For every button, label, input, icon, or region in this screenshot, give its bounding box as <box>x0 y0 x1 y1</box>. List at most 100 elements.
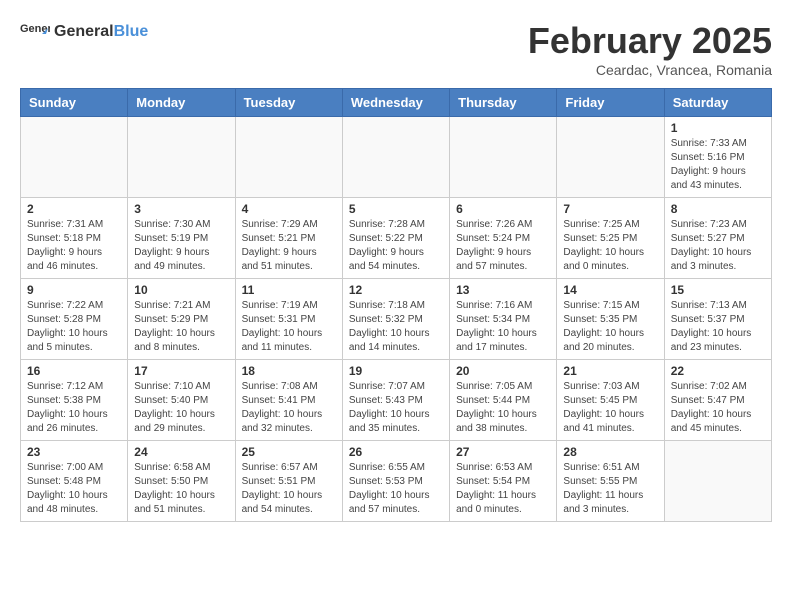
day-number: 12 <box>349 283 443 297</box>
day-number: 27 <box>456 445 550 459</box>
day-number: 14 <box>563 283 657 297</box>
calendar-cell: 10 Sunrise: 7:21 AM Sunset: 5:29 PM Dayli… <box>128 279 235 360</box>
day-info: Sunrise: 7:28 AM Sunset: 5:22 PM Dayligh… <box>349 218 443 274</box>
calendar-cell: 18 Sunrise: 7:08 AM Sunset: 5:41 PM Dayli… <box>235 360 342 441</box>
day-info: Sunrise: 7:00 AM Sunset: 5:48 PM Dayligh… <box>27 461 121 517</box>
calendar-cell <box>342 117 449 198</box>
month-title: February 2025 <box>528 20 772 62</box>
day-number: 6 <box>456 202 550 216</box>
day-number: 24 <box>134 445 228 459</box>
calendar-cell: 14 Sunrise: 7:15 AM Sunset: 5:35 PM Dayli… <box>557 279 664 360</box>
weekday-header-saturday: Saturday <box>664 89 771 117</box>
day-info: Sunrise: 7:07 AM Sunset: 5:43 PM Dayligh… <box>349 380 443 436</box>
day-info: Sunrise: 7:23 AM Sunset: 5:27 PM Dayligh… <box>671 218 765 274</box>
calendar-cell: 19 Sunrise: 7:07 AM Sunset: 5:43 PM Dayli… <box>342 360 449 441</box>
calendar-cell <box>557 117 664 198</box>
weekday-header-tuesday: Tuesday <box>235 89 342 117</box>
calendar-cell: 21 Sunrise: 7:03 AM Sunset: 5:45 PM Dayli… <box>557 360 664 441</box>
day-number: 16 <box>27 364 121 378</box>
day-info: Sunrise: 7:31 AM Sunset: 5:18 PM Dayligh… <box>27 218 121 274</box>
calendar-week-row-4: 16Sunrise: 7:12 AM Sunset: 5:38 PM Dayli… <box>21 360 772 441</box>
day-number: 11 <box>242 283 336 297</box>
calendar-cell: 23 Sunrise: 7:00 AM Sunset: 5:48 PM Dayli… <box>21 441 128 522</box>
day-info: Sunrise: 7:18 AM Sunset: 5:32 PM Dayligh… <box>349 299 443 355</box>
calendar-cell: 16Sunrise: 7:12 AM Sunset: 5:38 PM Dayli… <box>21 360 128 441</box>
calendar-cell: 2 Sunrise: 7:31 AM Sunset: 5:18 PM Daylig… <box>21 198 128 279</box>
logo: General GeneralBlue <box>20 20 148 44</box>
calendar-cell: 11 Sunrise: 7:19 AM Sunset: 5:31 PM Dayli… <box>235 279 342 360</box>
day-info: Sunrise: 7:10 AM Sunset: 5:40 PM Dayligh… <box>134 380 228 436</box>
day-info: Sunrise: 7:03 AM Sunset: 5:45 PM Dayligh… <box>563 380 657 436</box>
calendar-cell: 24 Sunrise: 6:58 AM Sunset: 5:50 PM Dayli… <box>128 441 235 522</box>
day-info: Sunrise: 7:25 AM Sunset: 5:25 PM Dayligh… <box>563 218 657 274</box>
weekday-header-thursday: Thursday <box>450 89 557 117</box>
day-number: 3 <box>134 202 228 216</box>
weekday-header-monday: Monday <box>128 89 235 117</box>
calendar-cell: 25 Sunrise: 6:57 AM Sunset: 5:51 PM Dayli… <box>235 441 342 522</box>
page-header: General GeneralBlue February 2025 Cearda… <box>20 20 772 78</box>
day-info: Sunrise: 7:05 AM Sunset: 5:44 PM Dayligh… <box>456 380 550 436</box>
calendar-cell: 9Sunrise: 7:22 AM Sunset: 5:28 PM Daylig… <box>21 279 128 360</box>
day-number: 8 <box>671 202 765 216</box>
calendar-cell <box>664 441 771 522</box>
logo-general: General <box>54 23 114 41</box>
day-info: Sunrise: 7:33 AM Sunset: 5:16 PM Dayligh… <box>671 137 765 193</box>
day-info: Sunrise: 7:19 AM Sunset: 5:31 PM Dayligh… <box>242 299 336 355</box>
day-number: 23 <box>27 445 121 459</box>
day-info: Sunrise: 6:55 AM Sunset: 5:53 PM Dayligh… <box>349 461 443 517</box>
day-number: 4 <box>242 202 336 216</box>
calendar-cell: 20Sunrise: 7:05 AM Sunset: 5:44 PM Dayli… <box>450 360 557 441</box>
day-info: Sunrise: 6:57 AM Sunset: 5:51 PM Dayligh… <box>242 461 336 517</box>
day-number: 1 <box>671 121 765 135</box>
calendar-cell: 8 Sunrise: 7:23 AM Sunset: 5:27 PM Daylig… <box>664 198 771 279</box>
calendar-cell: 6 Sunrise: 7:26 AM Sunset: 5:24 PM Daylig… <box>450 198 557 279</box>
day-info: Sunrise: 7:22 AM Sunset: 5:28 PM Dayligh… <box>27 299 121 355</box>
weekday-header-wednesday: Wednesday <box>342 89 449 117</box>
day-info: Sunrise: 7:13 AM Sunset: 5:37 PM Dayligh… <box>671 299 765 355</box>
calendar-week-row-1: 1 Sunrise: 7:33 AM Sunset: 5:16 PM Daylig… <box>21 117 772 198</box>
calendar-title-area: February 2025 Ceardac, Vrancea, Romania <box>528 20 772 78</box>
calendar-cell: 7Sunrise: 7:25 AM Sunset: 5:25 PM Daylig… <box>557 198 664 279</box>
calendar-cell: 22 Sunrise: 7:02 AM Sunset: 5:47 PM Dayli… <box>664 360 771 441</box>
day-number: 5 <box>349 202 443 216</box>
calendar-cell: 5 Sunrise: 7:28 AM Sunset: 5:22 PM Daylig… <box>342 198 449 279</box>
day-number: 19 <box>349 364 443 378</box>
day-info: Sunrise: 7:29 AM Sunset: 5:21 PM Dayligh… <box>242 218 336 274</box>
calendar-week-row-2: 2 Sunrise: 7:31 AM Sunset: 5:18 PM Daylig… <box>21 198 772 279</box>
day-number: 28 <box>563 445 657 459</box>
calendar-cell: 4 Sunrise: 7:29 AM Sunset: 5:21 PM Daylig… <box>235 198 342 279</box>
day-info: Sunrise: 6:58 AM Sunset: 5:50 PM Dayligh… <box>134 461 228 517</box>
day-number: 13 <box>456 283 550 297</box>
day-number: 21 <box>563 364 657 378</box>
day-number: 18 <box>242 364 336 378</box>
day-info: Sunrise: 7:21 AM Sunset: 5:29 PM Dayligh… <box>134 299 228 355</box>
calendar-cell <box>450 117 557 198</box>
calendar-cell: 12 Sunrise: 7:18 AM Sunset: 5:32 PM Dayli… <box>342 279 449 360</box>
day-info: Sunrise: 7:02 AM Sunset: 5:47 PM Dayligh… <box>671 380 765 436</box>
calendar-cell: 1 Sunrise: 7:33 AM Sunset: 5:16 PM Daylig… <box>664 117 771 198</box>
day-number: 25 <box>242 445 336 459</box>
logo-blue: Blue <box>114 23 149 41</box>
day-info: Sunrise: 7:15 AM Sunset: 5:35 PM Dayligh… <box>563 299 657 355</box>
weekday-header-friday: Friday <box>557 89 664 117</box>
calendar-cell: 26 Sunrise: 6:55 AM Sunset: 5:53 PM Dayli… <box>342 441 449 522</box>
calendar-cell: 15Sunrise: 7:13 AM Sunset: 5:37 PM Dayli… <box>664 279 771 360</box>
day-number: 10 <box>134 283 228 297</box>
calendar-cell: 27 Sunrise: 6:53 AM Sunset: 5:54 PM Dayli… <box>450 441 557 522</box>
calendar-week-row-5: 23 Sunrise: 7:00 AM Sunset: 5:48 PM Dayli… <box>21 441 772 522</box>
day-info: Sunrise: 7:30 AM Sunset: 5:19 PM Dayligh… <box>134 218 228 274</box>
calendar-week-row-3: 9Sunrise: 7:22 AM Sunset: 5:28 PM Daylig… <box>21 279 772 360</box>
day-number: 22 <box>671 364 765 378</box>
calendar-cell: 13Sunrise: 7:16 AM Sunset: 5:34 PM Dayli… <box>450 279 557 360</box>
calendar-cell <box>21 117 128 198</box>
day-number: 2 <box>27 202 121 216</box>
calendar-cell: 17 Sunrise: 7:10 AM Sunset: 5:40 PM Dayli… <box>128 360 235 441</box>
day-info: Sunrise: 6:51 AM Sunset: 5:55 PM Dayligh… <box>563 461 657 517</box>
day-number: 26 <box>349 445 443 459</box>
day-info: Sunrise: 7:26 AM Sunset: 5:24 PM Dayligh… <box>456 218 550 274</box>
location-subtitle: Ceardac, Vrancea, Romania <box>528 62 772 78</box>
calendar-cell <box>128 117 235 198</box>
day-number: 17 <box>134 364 228 378</box>
day-info: Sunrise: 6:53 AM Sunset: 5:54 PM Dayligh… <box>456 461 550 517</box>
day-info: Sunrise: 7:08 AM Sunset: 5:41 PM Dayligh… <box>242 380 336 436</box>
